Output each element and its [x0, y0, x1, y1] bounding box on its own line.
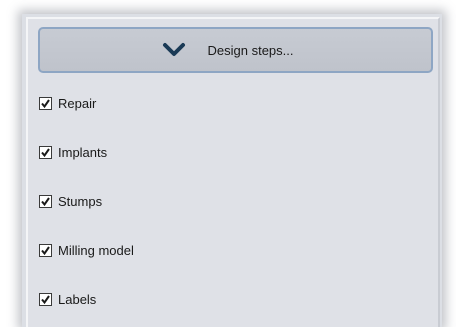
option-implants[interactable]: Implants [39, 143, 107, 161]
design-steps-toggle-button[interactable]: Design steps... [38, 27, 433, 73]
stumps-label: Stumps [58, 193, 103, 209]
repair-label: Repair [58, 95, 97, 111]
option-labels[interactable]: Labels [39, 290, 96, 308]
option-milling-model[interactable]: Milling model [39, 241, 134, 259]
implants-checkbox[interactable] [39, 145, 52, 159]
chevron-down-icon [162, 42, 186, 58]
labels-checkbox[interactable] [39, 292, 52, 306]
repair-checkbox[interactable] [39, 96, 52, 110]
milling-model-checkbox[interactable] [39, 243, 52, 257]
design-steps-panel: Design steps... Repair Implants Stumps M… [26, 17, 440, 327]
milling-model-label: Milling model [58, 242, 134, 258]
option-stumps[interactable]: Stumps [39, 192, 102, 210]
design-steps-label: Design steps... [207, 42, 294, 58]
option-repair[interactable]: Repair [39, 94, 96, 112]
implants-label: Implants [58, 144, 108, 160]
labels-label: Labels [58, 291, 97, 307]
stumps-checkbox[interactable] [39, 194, 52, 208]
